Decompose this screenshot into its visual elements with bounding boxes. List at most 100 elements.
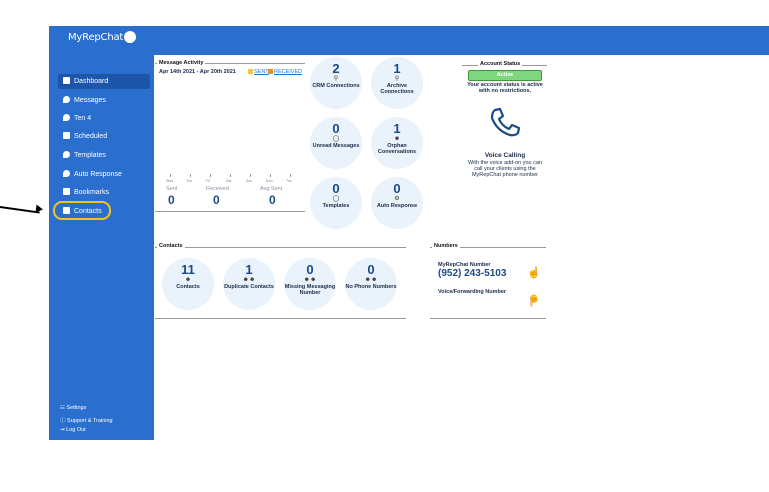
sidebar-item-dashboard[interactable]: Dashboard (58, 74, 150, 89)
axis-day-label: Sun (246, 179, 253, 183)
app-logo[interactable]: MyRepChat (68, 31, 137, 43)
settings-link[interactable]: ☷ Settings (60, 405, 86, 411)
templates-label: Templates (322, 203, 350, 209)
axis-tick (290, 174, 291, 177)
templates-value: 0 (332, 181, 340, 196)
auto-response-tile[interactable]: 0 ⚙ Auto Response (371, 177, 423, 229)
support-label: Support & Training (67, 418, 113, 424)
contacts-count-label: Contacts (176, 284, 200, 290)
missing-messaging-number-tile[interactable]: 0 ☻☻ Missing Messaging Number (284, 258, 336, 310)
voice-calling-title: Voice Calling (484, 152, 526, 159)
sidebar-item-label: Bookmarks (74, 189, 110, 196)
contacts-panel-title: Contacts (157, 243, 185, 249)
axis-day-label: Thu (186, 179, 193, 183)
received-stat-value: 0 (213, 193, 220, 207)
unread-messages-label: Unread Messages (312, 143, 360, 149)
axis-day-label: Fri (206, 179, 211, 183)
annotation-arrow (0, 206, 40, 214)
duplicate-contacts-tile[interactable]: 1 ☻☻ Duplicate Contacts (223, 258, 275, 310)
logo-text: MyRepChat (68, 32, 124, 43)
crm-connections-value: 2 (332, 61, 340, 76)
status-badge: Active (468, 70, 542, 81)
archive-connections-label: Archive Connections (380, 83, 414, 95)
sidebar-item-bookmarks[interactable]: Bookmarks (58, 185, 150, 200)
axis-tick (270, 174, 271, 177)
axis-tick (230, 174, 231, 177)
sidebar-item-messages[interactable]: Messages (58, 93, 150, 108)
templates-tile[interactable]: 0 ◯ Templates (310, 177, 362, 229)
forwarding-number-label: Voice/Forwarding Number (438, 289, 507, 295)
sidebar-item-auto-response[interactable]: Auto Response (58, 167, 150, 182)
account-status-title: Account Status (478, 61, 523, 67)
orphan-conversations-tile[interactable]: 1 ☻ Orphan Conversations (371, 117, 423, 169)
legend-sent-label: SENT (254, 69, 269, 75)
unread-messages-value: 0 (332, 121, 340, 136)
user-slash-icon: ☻ (393, 136, 401, 142)
users-icon: ☻☻ (242, 277, 256, 283)
sidebar-item-scheduled[interactable]: Scheduled (58, 129, 150, 144)
unread-messages-tile[interactable]: 0 ◯ Unread Messages (310, 117, 362, 169)
activity-panel-bottom-border (155, 211, 305, 212)
missing-messaging-number-label: Missing Messaging Number (284, 284, 336, 296)
axis-tick (210, 174, 211, 177)
avg-sent-stat-value: 0 (269, 193, 276, 207)
axis-tick (190, 174, 191, 177)
contacts-panel-border (155, 247, 406, 248)
received-swatch-icon (268, 69, 273, 74)
calendar-icon (63, 132, 70, 139)
axis-day-label: Sat (226, 179, 232, 183)
chat-icon: ◯ (332, 136, 340, 142)
template-icon (63, 151, 70, 158)
axis-tick (250, 174, 251, 177)
activity-panel-title: Message Activity (157, 60, 206, 66)
top-bar (49, 26, 769, 55)
contacts-tile[interactable]: 11 ☻ Contacts (162, 258, 214, 310)
annotation-arrow-head (35, 204, 44, 214)
legend-received[interactable]: RECEIVED (268, 69, 302, 75)
users-icon: ☻☻ (303, 277, 317, 283)
numbers-panel-bottom-border (430, 318, 546, 319)
logout-label: Log Out (66, 427, 86, 433)
no-phone-numbers-value: 0 (367, 262, 375, 277)
sidebar-item-label: Messages (74, 97, 106, 104)
chat-icon: ◯ (332, 196, 340, 202)
sidebar-item-templates[interactable]: Templates (58, 148, 150, 163)
axis-day-label: Wed (166, 179, 174, 183)
sent-swatch-icon (248, 69, 253, 74)
no-phone-numbers-tile[interactable]: 0 ☻☻ No Phone Numbers (345, 258, 397, 310)
thumbs-up-icon: ☝ (527, 267, 541, 279)
duplicate-contacts-label: Duplicate Contacts (224, 284, 274, 290)
axis-tick (170, 174, 171, 177)
myrepchat-number-value: (952) 243-5103 (438, 268, 507, 279)
sidebar-item-label: Scheduled (74, 133, 108, 140)
legend-sent[interactable]: SENT (248, 69, 269, 75)
avg-sent-stat-label: Avg Sent (260, 186, 283, 192)
bookmark-icon (63, 188, 70, 195)
auto-response-label: Auto Response (376, 203, 418, 209)
archive-connections-value: 1 (393, 61, 401, 76)
auto-response-value: 0 (393, 181, 401, 196)
highlight-ring (53, 201, 111, 220)
robot-icon: ⚙ (394, 196, 400, 202)
sent-stat-label: Sent (166, 186, 178, 192)
archive-connections-tile[interactable]: 1 ⚲ Archive Connections (371, 57, 423, 109)
crm-connections-tile[interactable]: 2 ⚲ CRM Connections (310, 57, 362, 109)
robot-icon (63, 170, 70, 177)
support-link[interactable]: ⓘ Support & Training (60, 416, 113, 424)
sidebar-item-label: Ten 4 (74, 115, 92, 122)
logo-bubble-icon (124, 31, 137, 43)
orphan-conversations-value: 1 (393, 121, 401, 136)
logout-link[interactable]: ⇥ Log Out (60, 427, 86, 433)
axis-day-label: Tue (286, 179, 292, 183)
user-icon: ☻ (184, 277, 192, 283)
activity-date-range: Apr 14th 2021 - Apr 20th 2021 (159, 69, 236, 75)
dashboard-icon (63, 77, 70, 84)
account-status-message: Your account status is active with no re… (467, 82, 543, 94)
sidebar-item-ten-4[interactable]: Ten 4 (58, 111, 150, 126)
chat-bubble-icon (63, 96, 70, 103)
chat-bubble-icon (63, 114, 70, 121)
plug-icon: ⚲ (333, 76, 339, 82)
orphan-conversations-label: Orphan Conversations (377, 143, 417, 155)
sent-stat-value: 0 (168, 193, 175, 207)
missing-messaging-number-value: 0 (306, 262, 314, 277)
